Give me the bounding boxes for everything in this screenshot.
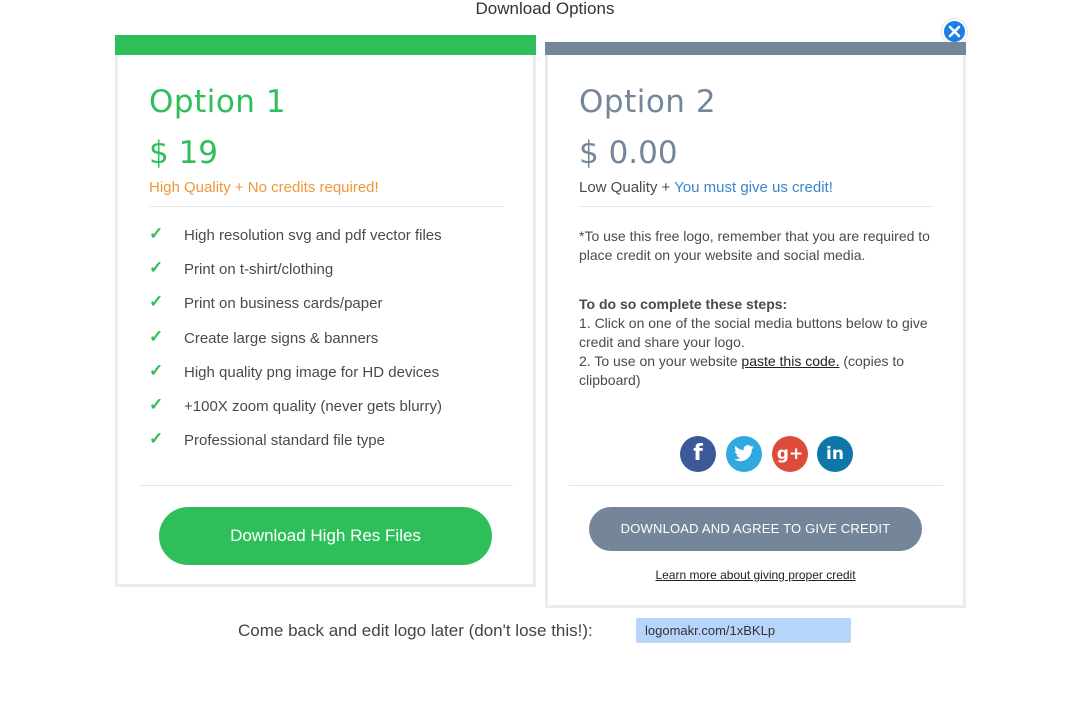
feature-text: Create large signs & banners bbox=[184, 329, 379, 347]
learn-more-credit-link[interactable]: Learn more about giving proper credit bbox=[548, 568, 963, 582]
credit-required-text: You must give us credit! bbox=[674, 179, 833, 196]
checkmark-icon: ✓ bbox=[149, 326, 164, 346]
close-button[interactable] bbox=[942, 19, 967, 44]
feature-text: High resolution svg and pdf vector files bbox=[184, 227, 442, 244]
steps-heading: To do so complete these steps: bbox=[579, 296, 788, 312]
logo-link-field[interactable] bbox=[636, 618, 851, 643]
quality-prefix: Low Quality + bbox=[579, 179, 675, 196]
checkmark-icon: ✓ bbox=[149, 429, 164, 449]
feature-text: +100X zoom quality (never gets blurry) bbox=[184, 397, 443, 415]
paste-code-link[interactable]: paste this code. bbox=[741, 353, 839, 369]
feature-text: Print on business cards/paper bbox=[184, 295, 383, 313]
download-high-res-button[interactable]: Download High Res Files bbox=[159, 507, 492, 565]
option-1-card: Option 1 $ 19 High Quality + No credits … bbox=[115, 35, 536, 587]
option-2-quality-label: Low Quality + You must give us credit! bbox=[579, 179, 833, 196]
credit-note: *To use this free logo, remember that yo… bbox=[579, 228, 930, 263]
checkmark-icon: ✓ bbox=[149, 258, 164, 278]
divider bbox=[579, 206, 933, 207]
option-1-accent-bar bbox=[115, 35, 536, 55]
checkmark-icon: ✓ bbox=[149, 360, 164, 380]
option-1-price: $ 19 bbox=[149, 135, 219, 171]
divider bbox=[149, 206, 503, 207]
edit-later-label: Come back and edit logo later (don't los… bbox=[238, 621, 593, 640]
twitter-icon[interactable] bbox=[726, 436, 762, 472]
checkmark-icon: ✓ bbox=[149, 394, 164, 414]
google-plus-icon[interactable]: g+ bbox=[772, 436, 808, 472]
facebook-icon[interactable]: f bbox=[680, 436, 716, 472]
divider bbox=[139, 485, 513, 486]
feature-text: Print on t-shirt/clothing bbox=[184, 261, 334, 279]
checkmark-icon: ✓ bbox=[149, 292, 164, 312]
checkmark-icon: ✓ bbox=[149, 224, 164, 243]
option-2-price: $ 0.00 bbox=[579, 135, 678, 171]
divider bbox=[569, 485, 943, 486]
download-agree-credit-button[interactable]: DOWNLOAD AND AGREE TO GIVE CREDIT bbox=[589, 507, 922, 551]
option-2-title: Option 2 bbox=[579, 84, 717, 120]
option-1-quality-label: High Quality + No credits required! bbox=[149, 179, 379, 196]
feature-text: High quality png image for HD devices bbox=[184, 363, 440, 381]
step-1: 1. Click on one of the social media butt… bbox=[579, 315, 928, 350]
option-1-title: Option 1 bbox=[149, 84, 287, 120]
close-icon bbox=[948, 25, 961, 38]
linkedin-icon[interactable]: in bbox=[817, 436, 853, 472]
feature-text: Professional standard file type bbox=[184, 432, 385, 450]
option-2-card: Option 2 $ 0.00 Low Quality + You must g… bbox=[545, 42, 966, 608]
credit-steps: To do so complete these steps: 1. Click … bbox=[579, 295, 939, 390]
dialog-title: Download Options bbox=[475, 0, 615, 18]
step-2-prefix: 2. To use on your website bbox=[579, 353, 742, 369]
option-2-accent-bar bbox=[545, 42, 966, 55]
